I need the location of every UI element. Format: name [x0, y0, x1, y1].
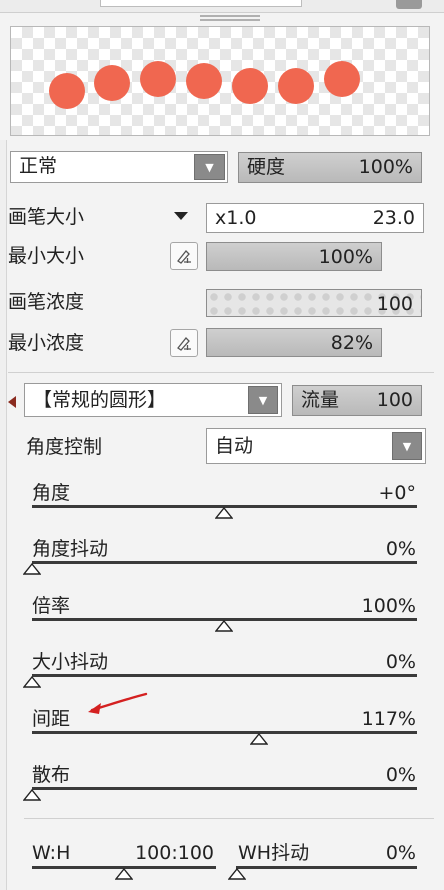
slider-track-scatter[interactable] [32, 787, 417, 790]
flow-label: 流量 [301, 389, 340, 411]
preview-dot [94, 65, 130, 101]
hardness-value: 100% [358, 156, 413, 178]
brush-shape-value: 【常规的圆形】 [33, 389, 167, 411]
min-size-value: 100% [318, 246, 373, 268]
slider-track-angle-jitter[interactable] [32, 561, 417, 564]
pen-pressure-icon [177, 250, 191, 264]
pen-size-multiplier: x1.0 [215, 207, 257, 229]
brush-density-value: 100 [376, 293, 413, 315]
chevron-down-icon: ▼ [402, 439, 412, 453]
brush-stroke-preview [10, 26, 430, 136]
slider-thumb-icon [23, 676, 41, 688]
pen-size-input[interactable]: x1.0 23.0 [206, 203, 424, 233]
slider-thumb-icon [215, 507, 233, 519]
preview-dot [49, 73, 85, 109]
pen-pressure-icon [177, 337, 191, 351]
min-density-label: 最小浓度 [8, 332, 85, 354]
preview-dot [140, 61, 176, 97]
pressure-toggle-button[interactable] [170, 242, 198, 270]
size-multiplier-dropdown-icon[interactable] [174, 212, 188, 220]
pen-size-label: 画笔大小 [8, 206, 85, 228]
wh-jitter-label: WH抖动 [238, 842, 310, 864]
min-density-value: 82% [330, 332, 373, 354]
min-size-label: 最小大小 [8, 245, 85, 267]
annotation-arrow-icon [88, 692, 148, 714]
collapse-arrow-icon[interactable] [8, 396, 16, 408]
chevron-down-icon: ▼ [258, 393, 268, 407]
blend-mode-value: 正常 [19, 155, 58, 177]
slider-label-ratio: 倍率 [32, 595, 71, 617]
density-pressure-toggle-button[interactable] [170, 329, 198, 357]
slider-value-angle: +0° [378, 482, 416, 504]
top-button[interactable] [396, 0, 422, 9]
slider-thumb-icon [115, 868, 133, 880]
angle-control-value: 自动 [215, 435, 254, 457]
wh-ratio-label: W:H [32, 842, 71, 864]
angle-control-label: 角度控制 [26, 436, 103, 458]
slider-label-size-jitter: 大小抖动 [32, 651, 109, 673]
slider-value-ratio: 100% [361, 595, 416, 617]
slider-label-angle: 角度 [32, 482, 71, 504]
slider-value-size-jitter: 0% [385, 651, 416, 673]
panel-left-edge [0, 140, 7, 890]
min-density-slider[interactable]: 82% [206, 328, 382, 357]
brush-shape-select[interactable]: 【常规的圆形】 [24, 383, 282, 417]
slider-thumb-icon [23, 789, 41, 801]
wh-jitter-value: 0% [385, 842, 416, 864]
slider-track-size-jitter[interactable] [32, 674, 417, 677]
flow-value: 100 [376, 389, 413, 411]
slider-thumb-icon [215, 620, 233, 632]
top-field[interactable] [100, 0, 302, 7]
section-divider [24, 818, 434, 819]
slider-thumb-icon [250, 733, 268, 745]
brush-shape-dropdown-button[interactable]: ▼ [248, 386, 278, 414]
preview-dot [278, 68, 314, 104]
slider-label-spacing: 间距 [32, 708, 71, 730]
brush-density-label: 画笔浓度 [8, 291, 85, 313]
pen-size-value: 23.0 [372, 207, 415, 229]
slider-value-angle-jitter: 0% [385, 538, 416, 560]
preview-dot [232, 68, 268, 104]
slider-thumb-icon [228, 868, 246, 880]
slider-label-scatter: 散布 [32, 764, 71, 786]
chevron-down-icon: ▼ [205, 160, 214, 174]
slider-label-angle-jitter: 角度抖动 [32, 538, 109, 560]
flow-slider[interactable]: 流量 100 [292, 385, 422, 416]
hardness-slider[interactable]: 硬度 100% [238, 152, 422, 183]
section-divider [8, 372, 434, 373]
slider-value-spacing: 117% [361, 708, 416, 730]
blend-mode-dropdown-button[interactable]: ▼ [194, 154, 225, 180]
hardness-label: 硬度 [247, 156, 286, 178]
angle-control-dropdown-button[interactable]: ▼ [392, 432, 422, 460]
preview-dot [324, 61, 360, 97]
wh-ratio-value: 100:100 [135, 842, 214, 864]
min-size-slider[interactable]: 100% [206, 242, 382, 271]
slider-value-scatter: 0% [385, 764, 416, 786]
preview-dot [186, 63, 222, 99]
slider-thumb-icon [23, 563, 41, 575]
brush-density-slider[interactable]: 100 [206, 289, 422, 317]
panel-resize-grip[interactable] [200, 15, 260, 21]
wh-jitter-track[interactable] [236, 866, 417, 869]
slider-track-spacing[interactable] [32, 731, 417, 734]
